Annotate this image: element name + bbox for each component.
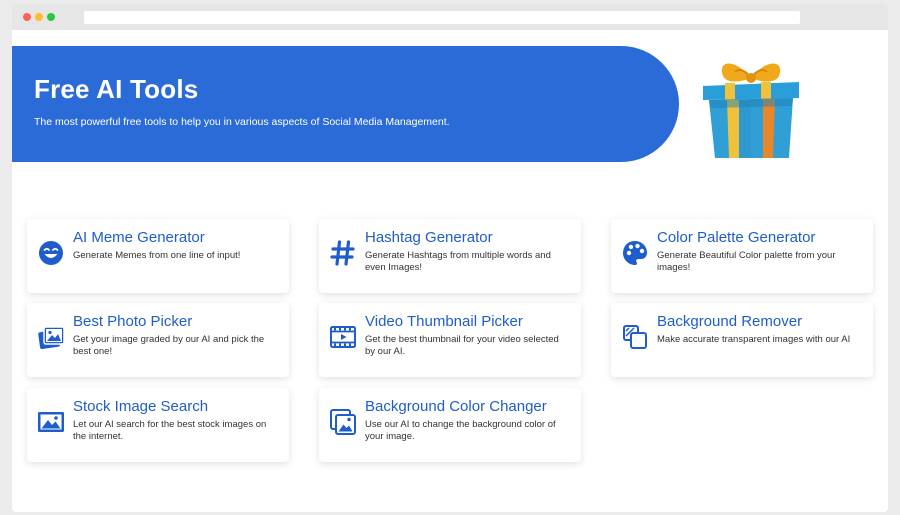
- tool-description: Use our AI to change the background colo…: [365, 419, 556, 442]
- tool-description: Get the best thumbnail for your video se…: [365, 334, 559, 357]
- image-icon: [38, 412, 64, 432]
- image-stack-icon: [330, 409, 356, 435]
- tool-title: Background Remover: [657, 313, 803, 330]
- film-icon: [330, 326, 356, 348]
- tool-card-background-color-changer[interactable]: Background Color Changer Use our AI to c…: [319, 388, 581, 462]
- layers-icon: [623, 325, 647, 349]
- tool-title: AI Meme Generator: [73, 229, 205, 246]
- smiley-icon: [39, 241, 63, 265]
- tool-title: Hashtag Generator: [365, 229, 493, 246]
- tool-title: Background Color Changer: [365, 398, 547, 415]
- address-bar[interactable]: [84, 11, 800, 24]
- close-window-button[interactable]: [23, 13, 31, 21]
- minimize-window-button[interactable]: [35, 13, 43, 21]
- palette-icon: [623, 241, 647, 265]
- tool-card-best-photo-picker[interactable]: Best Photo Picker Get your image graded …: [27, 303, 289, 377]
- hero-banner: Free AI Tools The most powerful free too…: [12, 46, 679, 162]
- tool-description: Make accurate transparent images with ou…: [657, 334, 851, 345]
- tool-description: Let our AI search for the best stock ima…: [73, 419, 267, 442]
- page-subtitle: The most powerful free tools to help you…: [34, 116, 450, 128]
- tool-title: Best Photo Picker: [73, 313, 193, 330]
- tool-card-color-palette-generator[interactable]: Color Palette Generator Generate Beautif…: [611, 219, 873, 293]
- tool-title: Stock Image Search: [73, 398, 209, 415]
- tool-card-background-remover[interactable]: Background Remover Make accurate transpa…: [611, 303, 873, 377]
- tool-card-stock-image-search[interactable]: Stock Image Search Let our AI search for…: [27, 388, 289, 462]
- gift-box-icon: [703, 63, 799, 158]
- tool-title: Color Palette Generator: [657, 229, 816, 246]
- maximize-window-button[interactable]: [47, 13, 55, 21]
- browser-chrome: [12, 4, 888, 30]
- hashtag-icon: [330, 240, 355, 266]
- tool-title: Video Thumbnail Picker: [365, 313, 523, 330]
- tool-description: Generate Memes from one line of input!: [73, 250, 241, 261]
- page-title: Free AI Tools: [34, 74, 199, 104]
- tool-card-video-thumbnail-picker[interactable]: Video Thumbnail Picker Get the best thum…: [319, 303, 581, 377]
- tool-description: Generate Beautiful Color palette from yo…: [657, 250, 836, 273]
- tool-description: Generate Hashtags from multiple words an…: [365, 250, 551, 273]
- tool-card-ai-meme-generator[interactable]: AI Meme Generator Generate Memes from on…: [27, 219, 289, 293]
- tool-card-hashtag-generator[interactable]: Hashtag Generator Generate Hashtags from…: [319, 219, 581, 293]
- photos-icon: [38, 326, 65, 350]
- browser-window: Free AI Tools The most powerful free too…: [12, 4, 888, 512]
- tool-description: Get your image graded by our AI and pick…: [73, 334, 265, 357]
